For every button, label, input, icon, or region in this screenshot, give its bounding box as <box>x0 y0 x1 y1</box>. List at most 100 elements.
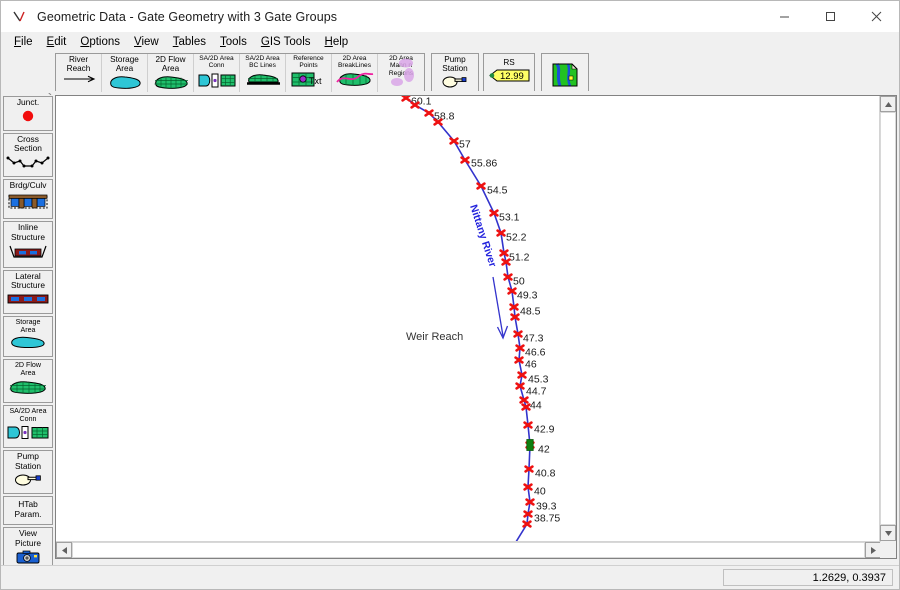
scroll-left-button[interactable] <box>56 542 72 558</box>
cross-section-node[interactable] <box>460 156 470 164</box>
pump-station-icon <box>10 472 46 491</box>
cross-section-node[interactable] <box>449 137 459 145</box>
reach-name-label: Weir Reach <box>406 331 463 343</box>
cross-section-node[interactable] <box>424 109 434 117</box>
cross-section-node[interactable] <box>523 510 533 518</box>
cross-section-node[interactable] <box>519 396 529 404</box>
menu-help[interactable]: Help <box>318 35 356 49</box>
cross-section-node[interactable] <box>515 382 525 390</box>
cross-section-node[interactable] <box>507 287 517 295</box>
2d-area-breaklines-button[interactable]: 2D Area BreakLines <box>332 54 378 92</box>
scroll-up-button[interactable] <box>880 96 896 112</box>
2d-flow-area-button[interactable]: 2D Flow Area <box>148 54 194 92</box>
cross-section-node[interactable] <box>513 330 523 338</box>
menu-tables[interactable]: Tables <box>166 35 213 49</box>
plot-vertical-scrollbar[interactable] <box>879 96 896 543</box>
minimize-button[interactable] <box>761 1 807 32</box>
sidebar-item-2d-flow-area[interactable]: 2D Flow Area <box>3 359 53 403</box>
arrow-right-icon <box>62 74 96 92</box>
cross-section-node[interactable] <box>523 421 533 429</box>
window-title: Geometric Data - Gate Geometry with 3 Ga… <box>37 9 338 24</box>
sidebar-item-sa-2d-area-conn[interactable]: SA/2D Area Conn <box>3 404 53 448</box>
river-reach-button[interactable]: River Reach <box>56 54 102 92</box>
gis-map-button[interactable] <box>542 54 588 92</box>
junction-icon <box>19 109 37 128</box>
cross-section-node[interactable] <box>515 344 525 352</box>
menu-view[interactable]: View <box>127 35 166 49</box>
inline-structure-icon <box>6 244 50 265</box>
cross-section-node[interactable] <box>524 465 534 473</box>
rs-button[interactable]: RS 12.99 <box>484 54 534 92</box>
editors-panel: Junct. Cross Section Brdg/Culv Inline St… <box>3 96 53 572</box>
menu-options[interactable]: Options <box>73 35 127 49</box>
2d-area-mann-n-regions-button[interactable]: 2D Area Mann n Regions <box>378 54 424 92</box>
cross-section-node[interactable] <box>496 229 506 237</box>
cross-section-label: 47.3 <box>523 333 544 345</box>
scroll-right-button[interactable] <box>865 542 881 558</box>
cross-section-node[interactable] <box>476 182 486 190</box>
cross-section-node[interactable] <box>401 96 411 102</box>
title-bar: Geometric Data - Gate Geometry with 3 Ga… <box>1 1 899 32</box>
scroll-down-button[interactable] <box>880 525 896 541</box>
cross-section-node[interactable] <box>503 273 513 281</box>
cross-section-node[interactable] <box>517 371 527 379</box>
pump-station-icon <box>438 74 472 93</box>
cross-section-label: 45.3 <box>528 374 549 386</box>
cross-section-label: 48.5 <box>520 306 541 318</box>
bc-lines-icon <box>244 71 282 92</box>
sidebar-item-pump-station[interactable]: Pump Station <box>3 449 53 495</box>
cross-section-node[interactable] <box>523 483 533 491</box>
cross-section-label: 44 <box>530 400 542 412</box>
sidebar-item-htab-param[interactable]: HTab Param. <box>3 496 53 526</box>
menu-edit[interactable]: Edit <box>40 35 74 49</box>
sa-2d-area-conn-button[interactable]: SA/2D Area Conn <box>194 54 240 92</box>
geometry-plot-canvas[interactable]: 60.1 58.8 57 55.86 54.5 53.1 52.2 51.2 50 49.3 48.… <box>56 96 881 558</box>
cross-section-node[interactable] <box>509 303 519 311</box>
cross-section-label: 49.3 <box>517 290 538 302</box>
menu-gis-tools[interactable]: GIS Tools <box>254 35 318 49</box>
geometric-data-window: Geometric Data - Gate Geometry with 3 Ga… <box>0 0 900 590</box>
toolbar: River Reach Storage Area 2D Flow Area SA… <box>1 51 899 135</box>
horizontal-scroll-track[interactable] <box>72 542 865 558</box>
cross-section-node[interactable] <box>510 313 520 321</box>
menu-tools[interactable]: Tools <box>213 35 254 49</box>
cross-section-node[interactable] <box>489 209 499 217</box>
close-button[interactable] <box>853 1 899 32</box>
cursor-coordinates: 1.2629, 0.3937 <box>723 569 893 586</box>
storage-area-button[interactable]: Storage Area <box>102 54 148 92</box>
cross-section-label: 51.2 <box>509 252 530 264</box>
sa-2d-conn-icon <box>197 71 237 94</box>
cross-section-node[interactable] <box>499 249 509 257</box>
cross-section-label: 46 <box>525 359 537 371</box>
bridge-culvert-icon <box>6 191 50 216</box>
cross-section-label: 42 <box>538 444 550 456</box>
cross-section-node[interactable] <box>525 498 535 506</box>
sidebar-item-junction[interactable]: Junct. <box>3 96 53 131</box>
plot-horizontal-scrollbar[interactable] <box>56 541 881 558</box>
sidebar-item-storage-area[interactable]: Storage Area <box>3 315 53 358</box>
svg-text:Txt: Txt <box>309 76 322 86</box>
cross-section-node[interactable] <box>514 356 524 364</box>
reference-points-button[interactable]: Reference Points Txt <box>286 54 332 92</box>
sa-2d-area-bc-lines-button[interactable]: SA/2D Area BC Lines <box>240 54 286 92</box>
geometry-plot-frame: 60.1 58.8 57 55.86 54.5 53.1 52.2 51.2 50 49.3 48.… <box>55 95 897 559</box>
cross-section-node[interactable] <box>521 403 531 411</box>
mann-n-regions-icon <box>390 57 416 92</box>
inline-structure-marker[interactable] <box>526 439 534 451</box>
vertical-scroll-track[interactable] <box>880 112 896 525</box>
river-schematic[interactable]: 60.158.85755.8654.553.152.251.25049.348.… <box>56 96 881 558</box>
toolbar-group-rs: RS 12.99 <box>483 53 535 92</box>
toolbar-group-tools: River Reach Storage Area 2D Flow Area SA… <box>55 53 425 92</box>
sidebar-item-cross-section[interactable]: Cross Section <box>3 132 53 177</box>
cross-section-label: 46.6 <box>525 347 546 359</box>
cross-section-label: 40 <box>534 486 546 498</box>
menu-file[interactable]: File <box>7 35 40 49</box>
sidebar-item-inline-structure[interactable]: Inline Structure <box>3 221 53 268</box>
window-controls <box>761 1 899 32</box>
sidebar-item-bridge-culvert[interactable]: Brdg/Culv <box>3 178 53 220</box>
pump-station-button[interactable]: Pump Station <box>432 54 478 92</box>
sidebar-item-lateral-structure[interactable]: Lateral Structure <box>3 269 53 314</box>
maximize-button[interactable] <box>807 1 853 32</box>
cross-section-node[interactable] <box>522 520 532 528</box>
cross-section-label: 38.75 <box>534 513 560 525</box>
